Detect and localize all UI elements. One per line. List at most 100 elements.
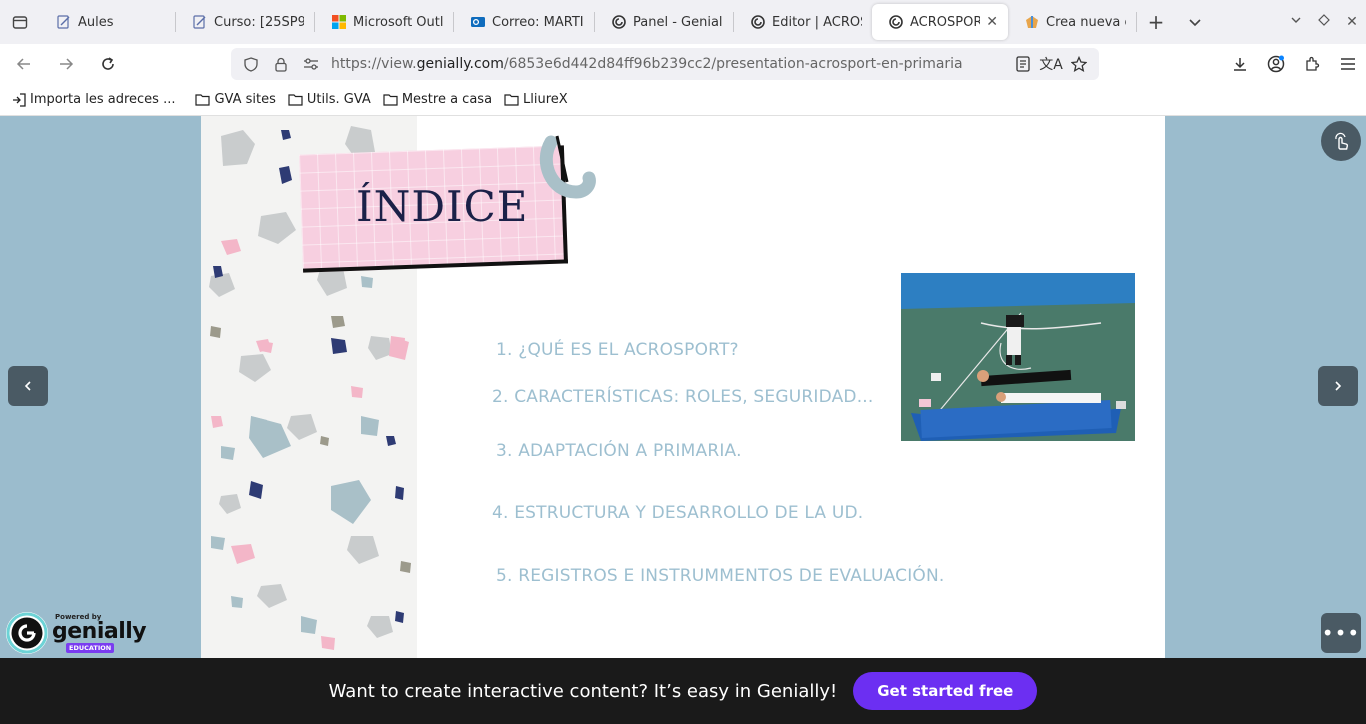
index-item-2[interactable]: 2. CARACTERÍSTICAS: ROLES, SEGURIDAD... bbox=[492, 387, 874, 407]
reload-button[interactable] bbox=[90, 46, 126, 82]
tab-label: Crea nueva cue bbox=[1046, 14, 1126, 30]
bookmark-folder-utils-gva[interactable]: Utils. GVA bbox=[288, 92, 371, 107]
maximize-icon[interactable] bbox=[1310, 14, 1338, 30]
address-bar[interactable]: https://view.genially.com/6853e6d442d84f… bbox=[231, 48, 1099, 80]
badge-brand-name: genially bbox=[52, 619, 147, 644]
address-bar-actions: 文A bbox=[1009, 48, 1093, 80]
tab-list-icon bbox=[12, 16, 28, 29]
shield-icon[interactable] bbox=[241, 56, 261, 72]
folder-icon bbox=[504, 93, 519, 106]
next-slide-button[interactable] bbox=[1318, 366, 1358, 406]
tab-bar: Aules Curso: [25SP97] Microsoft Outlo Co… bbox=[0, 0, 1366, 44]
index-item-4[interactable]: 4. ESTRUCTURA Y DESARROLLO DE LA UD. bbox=[492, 503, 863, 523]
url-prefix: https://view. bbox=[331, 56, 417, 72]
arrow-right-icon bbox=[60, 58, 74, 70]
account-icon[interactable] bbox=[1258, 55, 1294, 73]
presentation-slide: ÍNDICE 1. ¿QUÉ ES EL ACROSPORT? 2. CARAC… bbox=[201, 116, 1165, 658]
touch-hand-icon bbox=[1335, 132, 1349, 150]
bookmark-label: GVA sites bbox=[214, 92, 276, 107]
bookmark-star-icon[interactable] bbox=[1065, 56, 1093, 72]
chevron-left-icon bbox=[24, 381, 31, 391]
menu-icon[interactable] bbox=[1330, 57, 1366, 71]
tab-editor-acrosport[interactable]: Editor | ACROS bbox=[734, 0, 872, 44]
folder-icon bbox=[383, 93, 398, 106]
lock-icon[interactable] bbox=[271, 57, 291, 72]
acrosport-photo bbox=[901, 273, 1135, 441]
back-button[interactable] bbox=[6, 46, 42, 82]
folder-icon bbox=[195, 93, 211, 106]
tab-label: Microsoft Outlo bbox=[353, 14, 443, 30]
navigation-bar: https://view.genially.com/6853e6d442d84f… bbox=[0, 44, 1366, 84]
promo-text: Want to create interactive content? It’s… bbox=[328, 680, 838, 702]
genially-icon bbox=[611, 14, 627, 30]
download-icon[interactable] bbox=[1222, 56, 1258, 72]
url-text[interactable]: https://view.genially.com/6853e6d442d84f… bbox=[331, 56, 963, 72]
genially-education-badge[interactable]: Powered by genially EDUCATION bbox=[5, 609, 147, 655]
outlook-icon bbox=[470, 14, 486, 30]
chevron-right-icon bbox=[1335, 381, 1342, 391]
bookmark-label: Utils. GVA bbox=[306, 92, 371, 107]
index-item-5[interactable]: 5. REGISTROS E INSTRUMMENTOS DE EVALUACI… bbox=[496, 566, 945, 586]
window-controls: ✕ bbox=[1282, 0, 1366, 44]
toolbar-actions bbox=[1222, 44, 1366, 84]
bookmark-folder-mestre-a-casa[interactable]: Mestre a casa bbox=[383, 92, 492, 107]
tab-acrosport-active[interactable]: ACROSPORT ✕ bbox=[872, 4, 1008, 40]
tab-label: Curso: [25SP97] bbox=[214, 14, 304, 30]
bookmark-folder-lliurex[interactable]: LliureX bbox=[504, 92, 568, 107]
tab-label: Editor | ACROS bbox=[772, 14, 862, 30]
url-path: /6853e6d442d84ff96b239cc2/presentation-a… bbox=[503, 56, 963, 72]
folder-icon bbox=[288, 93, 303, 106]
tab-crea-nueva[interactable]: Crea nueva cue bbox=[1008, 0, 1136, 44]
bookmark-label: Importa les adreces ... bbox=[30, 92, 176, 107]
minimize-chevron-icon[interactable] bbox=[1282, 14, 1310, 30]
tab-label: Panel - Genially bbox=[633, 14, 723, 30]
close-tab-icon[interactable]: ✕ bbox=[986, 14, 998, 30]
site-permissions-icon[interactable] bbox=[301, 57, 321, 71]
tab-label: Correo: MARTIN bbox=[492, 14, 584, 30]
promo-footer: Want to create interactive content? It’s… bbox=[0, 658, 1366, 724]
bookmark-folder-gva-sites[interactable]: GVA sites bbox=[195, 92, 276, 107]
new-tab-button[interactable]: + bbox=[1137, 10, 1175, 34]
tab-label: ACROSPORT bbox=[910, 14, 981, 30]
translate-icon[interactable]: 文A bbox=[1037, 54, 1065, 74]
close-window-icon[interactable]: ✕ bbox=[1338, 14, 1366, 30]
microsoft-icon bbox=[331, 14, 347, 30]
chevron-down-icon bbox=[1189, 19, 1201, 27]
hook-decoration bbox=[539, 135, 596, 199]
index-item-3[interactable]: 3. ADAPTACIÓN A PRIMARIA. bbox=[496, 441, 742, 461]
index-item-1[interactable]: 1. ¿QUÉ ES EL ACROSPORT? bbox=[496, 340, 739, 360]
tab-aules[interactable]: Aules bbox=[40, 0, 175, 44]
bookmark-import[interactable]: Importa les adreces ... bbox=[12, 92, 175, 107]
tab-overflow-button[interactable] bbox=[1175, 15, 1215, 29]
url-domain: genially.com bbox=[416, 56, 504, 72]
edit-icon bbox=[56, 14, 72, 30]
get-started-button[interactable]: Get started free bbox=[853, 672, 1038, 710]
tab-correo[interactable]: Correo: MARTIN bbox=[454, 0, 594, 44]
genially-logo-icon bbox=[6, 612, 48, 654]
genially-icon bbox=[888, 14, 904, 30]
reload-icon bbox=[102, 57, 114, 70]
badge-education-label: EDUCATION bbox=[66, 643, 115, 653]
bookmark-label: Mestre a casa bbox=[401, 92, 493, 107]
reader-view-icon[interactable] bbox=[1009, 56, 1037, 72]
arrow-left-icon bbox=[16, 58, 30, 70]
tab-curso[interactable]: Curso: [25SP97] bbox=[176, 0, 314, 44]
more-options-button[interactable]: ••• bbox=[1321, 613, 1361, 653]
import-icon bbox=[12, 92, 26, 107]
previous-slide-button[interactable] bbox=[8, 366, 48, 406]
tab-list-button[interactable] bbox=[0, 0, 40, 44]
edit-icon bbox=[192, 14, 208, 30]
extensions-icon[interactable] bbox=[1294, 56, 1330, 72]
tab-microsoft-outlook[interactable]: Microsoft Outlo bbox=[315, 0, 453, 44]
bookmark-label: LliureX bbox=[523, 92, 568, 107]
tab-label: Aules bbox=[78, 14, 114, 30]
forward-button[interactable] bbox=[48, 46, 84, 82]
app-icon bbox=[1024, 14, 1040, 30]
slide-title: ÍNDICE bbox=[356, 182, 529, 231]
interactivity-button[interactable] bbox=[1321, 121, 1361, 161]
genially-icon bbox=[750, 14, 766, 30]
tab-panel-genially[interactable]: Panel - Genially bbox=[595, 0, 733, 44]
more-dots-icon: ••• bbox=[1321, 621, 1361, 645]
bookmarks-bar: Importa les adreces ... GVA sites Utils.… bbox=[0, 84, 1366, 116]
page-viewport: ÍNDICE 1. ¿QUÉ ES EL ACROSPORT? 2. CARAC… bbox=[0, 116, 1366, 658]
